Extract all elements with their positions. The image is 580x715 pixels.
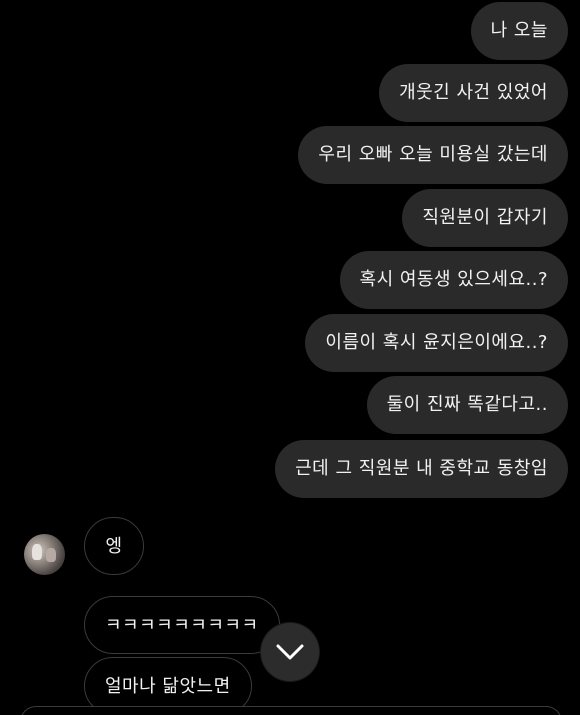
avatar-figure	[46, 548, 56, 562]
chat-thread: 나 오늘 개웃긴 사건 있었어 우리 오빠 오늘 미용실 갔는데 직원분이 갑자…	[0, 0, 580, 715]
sent-message[interactable]: 직원분이 갑자기	[402, 189, 568, 247]
sent-message[interactable]: 둘이 진짜 똑같다고..	[366, 376, 568, 434]
message-composer[interactable]	[20, 706, 562, 715]
sender-avatar[interactable]	[24, 534, 65, 575]
received-message[interactable]: ㅋㅋㅋㅋㅋㅋㅋㅋㅋ	[84, 596, 280, 654]
sent-message[interactable]: 개웃긴 사건 있었어	[379, 64, 568, 122]
sent-message[interactable]: 혹시 여동생 있으세요..?	[339, 251, 568, 309]
sent-message[interactable]: 이름이 혹시 윤지은이에요..?	[305, 314, 568, 372]
sent-message[interactable]: 우리 오빠 오늘 미용실 갔는데	[298, 126, 568, 184]
received-message[interactable]: 엥	[84, 517, 144, 575]
chevron-down-icon	[276, 644, 304, 660]
sent-message[interactable]: 나 오늘	[470, 2, 568, 60]
sent-message[interactable]: 근데 그 직원분 내 중학교 동창임	[275, 440, 568, 498]
scroll-to-bottom-button[interactable]	[261, 623, 319, 681]
avatar-figure	[32, 544, 42, 560]
